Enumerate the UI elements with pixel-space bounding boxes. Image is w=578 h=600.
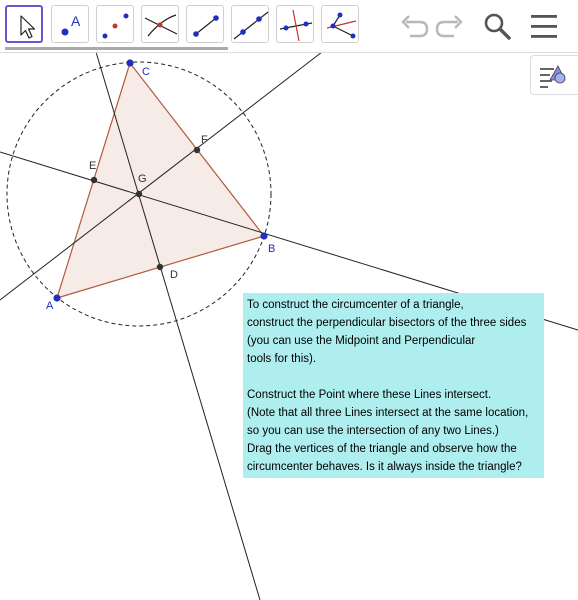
- undo-icon: [401, 15, 429, 38]
- point-tool-button[interactable]: A: [51, 5, 89, 43]
- point-f[interactable]: [193, 146, 201, 154]
- point-a[interactable]: [53, 294, 61, 302]
- intersect-icon: [144, 14, 178, 37]
- algebra-view-toggle[interactable]: [530, 55, 578, 95]
- search-button[interactable]: [480, 8, 516, 44]
- point-d[interactable]: [156, 263, 164, 271]
- instruction-line: circumcenter behaves. Is it always insid…: [247, 461, 522, 473]
- menu-icon: [531, 15, 557, 38]
- angle-bisector-icon: [326, 12, 357, 39]
- line-icon: [233, 11, 269, 40]
- label-a: A: [46, 300, 54, 312]
- perpendicular-bisector-icon: [279, 9, 313, 42]
- segment-icon: [193, 15, 219, 37]
- instruction-line: To construct the circumcenter of a trian…: [247, 299, 464, 311]
- toolbar: A: [0, 0, 578, 53]
- instruction-text-box[interactable]: To construct the circumcenter of a trian…: [243, 293, 544, 478]
- instruction-line: tools for this).: [247, 353, 317, 365]
- algebra-view-toggle-icon: [540, 65, 566, 88]
- label-c: C: [142, 66, 150, 78]
- instruction-line: (Note that all three Lines intersect at …: [247, 407, 529, 419]
- instruction-line: Drag the vertices of the triangle and ob…: [247, 443, 517, 455]
- segment-tool-button[interactable]: [186, 5, 224, 43]
- perpendicular-bisector-tool-button[interactable]: [276, 5, 314, 43]
- instruction-line: Construct the Point where these Lines in…: [247, 389, 492, 401]
- midpoint-icon: [102, 13, 129, 39]
- line-tool-button[interactable]: [231, 5, 269, 43]
- undo-button[interactable]: [396, 8, 432, 44]
- move-tool-button[interactable]: [5, 5, 43, 43]
- midpoint-tool-button[interactable]: [96, 5, 134, 43]
- triangle-abc[interactable]: [56, 61, 266, 299]
- toolbar-scrollbar[interactable]: [5, 47, 228, 50]
- intersect-tool-button[interactable]: [141, 5, 179, 43]
- label-g: G: [138, 173, 147, 185]
- instruction-line: so you can use the intersection of any t…: [247, 425, 499, 437]
- instruction-line: (you can use the Midpoint and Perpendicu…: [247, 335, 476, 347]
- label-d: D: [170, 269, 178, 281]
- redo-icon: [435, 15, 463, 38]
- label-b: B: [268, 243, 275, 255]
- instruction-line: construct the perpendicular bisectors of…: [247, 317, 527, 329]
- move-arrow-icon: [20, 15, 36, 39]
- label-e: E: [89, 160, 96, 172]
- search-icon: [484, 13, 511, 40]
- point-e[interactable]: [90, 176, 98, 184]
- svg-text:A: A: [71, 13, 81, 29]
- angle-bisector-tool-button[interactable]: [321, 5, 359, 43]
- point-icon: A: [61, 13, 81, 36]
- point-b[interactable]: [260, 232, 268, 240]
- redo-button[interactable]: [432, 8, 468, 44]
- point-g[interactable]: [135, 190, 143, 198]
- menu-button[interactable]: [526, 8, 562, 44]
- label-f: F: [201, 134, 208, 146]
- point-c[interactable]: [126, 59, 134, 67]
